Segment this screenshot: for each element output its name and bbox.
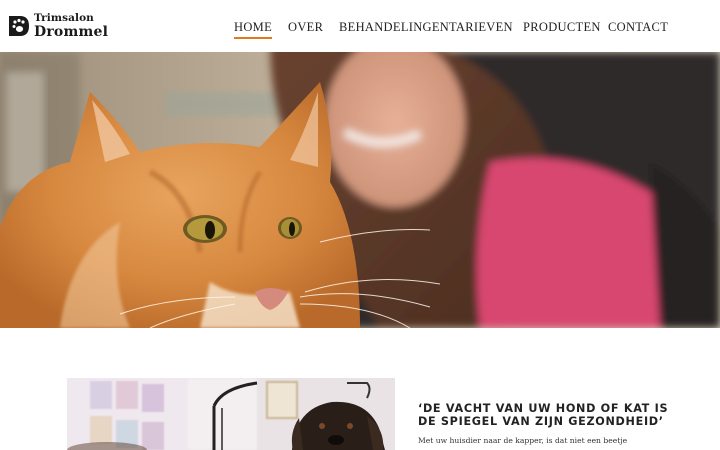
nav-item-over[interactable]: OVER xyxy=(288,20,323,35)
hero-image xyxy=(0,52,720,328)
nav-item-producten[interactable]: PRODUCTEN xyxy=(523,20,601,35)
intro-photo xyxy=(67,378,395,450)
intro-heading: ‘DE VACHT VAN UW HOND OF KAT IS DE SPIEG… xyxy=(418,402,708,428)
nav-item-home[interactable]: HOME xyxy=(234,20,273,39)
nav-item-tarieven[interactable]: TARIEVEN xyxy=(449,20,513,35)
intro-heading-line-2: DE SPIEGEL VAN ZIJN GEZONDHEID’ xyxy=(418,415,664,428)
nav-item-contact[interactable]: CONTACT xyxy=(608,20,668,35)
site-header: Trimsalon Drommel HOME OVER BEHANDELINGE… xyxy=(0,0,720,52)
intro-text: Met uw huisdier naar de kapper, is dat n… xyxy=(418,436,628,445)
main-nav: HOME OVER BEHANDELINGEN TARIEVEN PRODUCT… xyxy=(0,20,720,40)
intro-heading-line-1: ‘DE VACHT VAN UW HOND OF KAT IS xyxy=(418,402,669,415)
nav-item-behandelingen[interactable]: BEHANDELINGEN xyxy=(339,20,449,35)
